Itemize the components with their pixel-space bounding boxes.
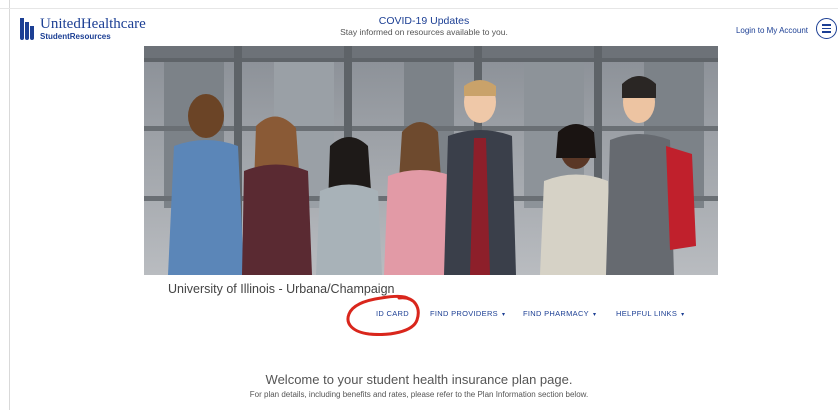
- login-link[interactable]: Login to My Account: [736, 26, 808, 35]
- chevron-down-icon: ▾: [681, 312, 685, 318]
- logo-brand-sub: StudentResources: [40, 32, 111, 41]
- university-name: University of Illinois - Urbana/Champaig…: [168, 282, 395, 296]
- hero-image: [144, 46, 718, 275]
- nav-find-providers-label: FIND PROVIDERS: [430, 309, 498, 318]
- hamburger-menu-icon[interactable]: [816, 18, 837, 39]
- nav-find-pharmacy-label: FIND PHARMACY: [523, 309, 589, 318]
- uhc-logo-icon: [20, 18, 34, 40]
- nav-find-pharmacy[interactable]: FIND PHARMACY ▾: [523, 309, 596, 318]
- uhc-logo[interactable]: UnitedHealthcare StudentResources: [20, 16, 146, 41]
- site-header: COVID-19 Updates Stay informed on resour…: [10, 9, 838, 46]
- logo-brand-name: UnitedHealthcare: [40, 16, 146, 32]
- welcome-title: Welcome to your student health insurance…: [265, 372, 573, 387]
- page-left-border: [9, 0, 10, 410]
- welcome-subtitle: For plan details, including benefits and…: [249, 390, 589, 399]
- chevron-down-icon: ▾: [593, 312, 597, 318]
- nav-find-providers[interactable]: FIND PROVIDERS ▾: [430, 309, 505, 318]
- nav-helpful-links-label: HELPFUL LINKS: [616, 309, 678, 318]
- nav-id-card-label: ID CARD: [376, 309, 409, 318]
- nav-helpful-links[interactable]: HELPFUL LINKS ▾: [616, 309, 684, 318]
- chevron-down-icon: ▾: [501, 312, 506, 318]
- nav-id-card[interactable]: ID CARD: [376, 309, 409, 318]
